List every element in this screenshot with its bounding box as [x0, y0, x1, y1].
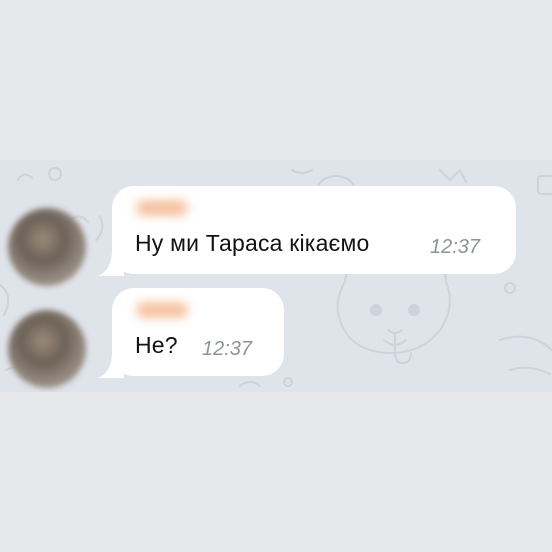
sender-avatar[interactable]	[8, 310, 86, 388]
sender-avatar[interactable]	[8, 208, 86, 286]
message-bubble[interactable]: Ну ми Тараса кікаємо 12:37	[112, 186, 516, 274]
sender-name-blurred	[136, 302, 188, 318]
chat-history[interactable]: Ну ми Тараса кікаємо 12:37 Не? 12:37	[0, 160, 552, 392]
message-bubble[interactable]: Не? 12:37	[112, 288, 284, 376]
screenshot: Ну ми Тараса кікаємо 12:37 Не? 12:37	[0, 0, 552, 552]
message-time: 12:37	[430, 236, 481, 258]
sender-name-blurred	[136, 200, 188, 216]
message-time: 12:37	[202, 338, 253, 360]
message-text: Не?	[135, 332, 178, 358]
message-text: Ну ми Тараса кікаємо	[135, 230, 370, 256]
